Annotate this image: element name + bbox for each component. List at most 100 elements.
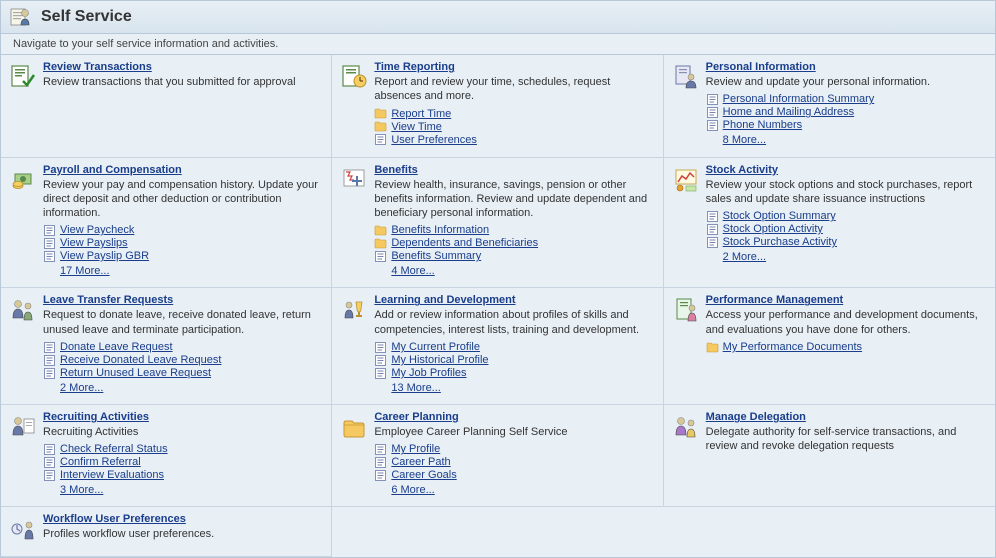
more-link-career-planning[interactable]: 6 More... [391,484,434,496]
page-icon [706,94,719,105]
more-link-recruiting-activities[interactable]: 3 More... [60,484,103,496]
sublink-career-path[interactable]: Career Path [391,456,450,468]
page-icon [43,355,56,366]
tile-desc: Report and review your time, schedules, … [374,75,654,104]
more-link-benefits[interactable]: 4 More... [391,265,434,277]
tile-sublinks: My ProfileCareer PathCareer Goals [374,443,654,481]
money-icon [9,166,37,194]
tile-desc: Access your performance and development … [706,308,987,337]
tile-title-link-career-planning[interactable]: Career Planning [374,411,458,423]
tile-sublinks: My Performance Documents [706,341,987,353]
tile-body: Stock ActivityReview your stock options … [706,164,987,264]
page-icon [374,342,387,353]
tile-sublinks: Report TimeView TimeUser Preferences [374,108,654,146]
sublink-row: Stock Option Summary [706,210,987,222]
sublink-benefits-summary[interactable]: Benefits Summary [391,250,481,262]
sublink-my-job-profiles[interactable]: My Job Profiles [391,367,466,379]
tile-title-link-performance-management[interactable]: Performance Management [706,294,844,306]
sublink-home-and-mailing-address[interactable]: Home and Mailing Address [723,106,854,118]
tile-desc: Review and update your personal informat… [706,75,987,89]
sublink-row: My Job Profiles [374,367,654,379]
tile-title-link-leave-transfer-requests[interactable]: Leave Transfer Requests [43,294,173,306]
tile-title-link-review-transactions[interactable]: Review Transactions [43,61,152,73]
tile-title-link-manage-delegation[interactable]: Manage Delegation [706,411,806,423]
sublink-row: Dependents and Beneficiaries [374,237,654,249]
more-link-learning-and-development[interactable]: 13 More... [391,382,441,394]
sublink-benefits-information[interactable]: Benefits Information [391,224,489,236]
sublink-receive-donated-leave-request[interactable]: Receive Donated Leave Request [60,354,221,366]
sublink-personal-information-summary[interactable]: Personal Information Summary [723,93,875,105]
tile-body: Time Reporting Report and review your tim… [374,61,654,147]
page-icon [43,368,56,379]
tile-desc: Profiles workflow user preferences. [43,527,323,541]
sublink-report-time[interactable]: Report Time [391,108,451,120]
sublink-user-preferences[interactable]: User Preferences [391,134,477,146]
tile-body: Benefits Review health, insurance, saving… [374,164,654,278]
more-link-personal-information[interactable]: 8 More... [723,134,766,146]
tile-stock-activity: Stock ActivityReview your stock options … [664,158,995,289]
tile-sublinks: Check Referral StatusConfirm ReferralInt… [43,443,323,481]
self-service-icon [9,5,33,29]
more-link-stock-activity[interactable]: 2 More... [723,251,766,263]
tile-manage-delegation: Manage Delegation Delegate authority for … [664,405,995,507]
career-icon [340,413,368,441]
clock-icon [340,63,368,91]
sublink-my-performance-documents[interactable]: My Performance Documents [723,341,862,353]
sublink-stock-purchase-activity[interactable]: Stock Purchase Activity [723,236,837,248]
sublink-return-unused-leave-request[interactable]: Return Unused Leave Request [60,367,211,379]
sublink-my-historical-profile[interactable]: My Historical Profile [391,354,488,366]
sublink-check-referral-status[interactable]: Check Referral Status [60,443,168,455]
sublink-stock-option-activity[interactable]: Stock Option Activity [723,223,823,235]
tile-leave-transfer-requests: Leave Transfer RequestsRequest to donate… [1,288,332,405]
page-icon [706,224,719,235]
sublink-row: Stock Option Activity [706,223,987,235]
tile-desc: Employee Career Planning Self Service [374,425,654,439]
tile-sublinks: Stock Option SummaryStock Option Activit… [706,210,987,248]
tile-desc: Delegate authority for self-service tran… [706,425,987,454]
page-icon [43,457,56,468]
perf-icon [672,296,700,324]
tile-title-link-workflow-user-preferences[interactable]: Workflow User Preferences [43,513,186,525]
tile-grid: Review TransactionsReview transactions t… [1,55,995,557]
tile-learning-and-development: Learning and DevelopmentAdd or review in… [332,288,663,405]
sublink-stock-option-summary[interactable]: Stock Option Summary [723,210,836,222]
sublink-confirm-referral[interactable]: Confirm Referral [60,456,141,468]
page-icon [706,107,719,118]
tile-title-link-stock-activity[interactable]: Stock Activity [706,164,778,176]
sublink-view-time[interactable]: View Time [391,121,442,133]
sublink-career-goals[interactable]: Career Goals [391,469,456,481]
tile-career-planning: Career Planning Employee Career Planning … [332,405,663,507]
tile-title-link-benefits[interactable]: Benefits [374,164,417,176]
more-link-leave-transfer-requests[interactable]: 2 More... [60,382,103,394]
sublink-interview-evaluations[interactable]: Interview Evaluations [60,469,164,481]
sublink-view-paycheck[interactable]: View Paycheck [60,224,134,236]
tile-body: Personal Information Review and update yo… [706,61,987,146]
sublink-donate-leave-request[interactable]: Donate Leave Request [60,341,173,353]
sublink-view-payslips[interactable]: View Payslips [60,237,128,249]
sublink-phone-numbers[interactable]: Phone Numbers [723,119,803,131]
more-link-payroll-and-compensation[interactable]: 17 More... [60,265,110,277]
sublink-view-payslip-gbr[interactable]: View Payslip GBR [60,250,149,262]
workflow-icon [9,515,37,543]
folder-icon [374,121,387,132]
tile-title-link-learning-and-development[interactable]: Learning and Development [374,294,515,306]
tile-sublinks: My Current ProfileMy Historical ProfileM… [374,341,654,379]
delegate-icon [672,413,700,441]
tile-title-link-time-reporting[interactable]: Time Reporting [374,61,454,73]
tile-body: Workflow User Preferences Profiles workfl… [43,513,323,545]
tile-title-link-payroll-and-compensation[interactable]: Payroll and Compensation [43,164,182,176]
tile-payroll-and-compensation: Payroll and CompensationReview your pay … [1,158,332,289]
sublink-my-current-profile[interactable]: My Current Profile [391,341,480,353]
sublink-row: Return Unused Leave Request [43,367,323,379]
tile-review-transactions: Review TransactionsReview transactions t… [1,55,332,158]
sublink-row: View Time [374,121,654,133]
tile-title-link-personal-information[interactable]: Personal Information [706,61,816,73]
tile-desc: Review health, insurance, savings, pensi… [374,178,654,221]
tile-title-link-recruiting-activities[interactable]: Recruiting Activities [43,411,149,423]
tile-body: Recruiting ActivitiesRecruiting Activiti… [43,411,323,496]
sublink-row: Stock Purchase Activity [706,236,987,248]
sublink-my-profile[interactable]: My Profile [391,443,440,455]
stock-icon [672,166,700,194]
tile-sublinks: View PaycheckView PayslipsView Payslip G… [43,224,323,262]
sublink-dependents-and-beneficiaries[interactable]: Dependents and Beneficiaries [391,237,538,249]
